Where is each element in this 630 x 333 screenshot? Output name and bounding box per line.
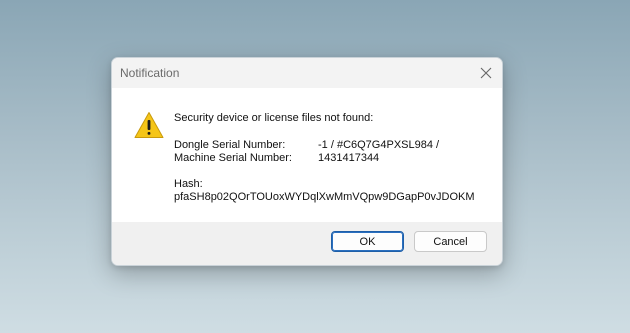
message-block: Security device or license files not fou… [174, 112, 475, 204]
dialog-title: Notification [120, 66, 180, 80]
ok-button[interactable]: OK [331, 231, 404, 252]
cancel-button[interactable]: Cancel [414, 231, 487, 252]
hash-label: Hash: [174, 178, 203, 190]
notification-dialog: Notification Security device or license … [111, 57, 503, 266]
message-text: Security device or license files not fou… [174, 112, 374, 124]
dialog-content: Security device or license files not fou… [112, 88, 502, 224]
close-icon [480, 67, 492, 79]
dongle-serial-label: Dongle Serial Number: [174, 139, 286, 151]
hash-value: pfaSH8p02QOrTOUoxWYDqlXwMmVQpw9DGapP0vJD… [174, 191, 475, 203]
dialog-footer: OK Cancel [112, 222, 502, 265]
machine-serial-label: Machine Serial Number: [174, 152, 292, 164]
dongle-row: Dongle Serial Number: -1 / #C6Q7G4PXSL98… [174, 139, 475, 152]
machine-row: Machine Serial Number: 1431417344 [174, 152, 475, 165]
warning-icon [134, 112, 164, 138]
dongle-serial-value: -1 / #C6Q7G4PXSL984 / [318, 139, 440, 151]
dialog-titlebar: Notification [112, 58, 502, 88]
machine-serial-value: 1431417344 [318, 152, 380, 164]
close-button[interactable] [472, 60, 500, 86]
